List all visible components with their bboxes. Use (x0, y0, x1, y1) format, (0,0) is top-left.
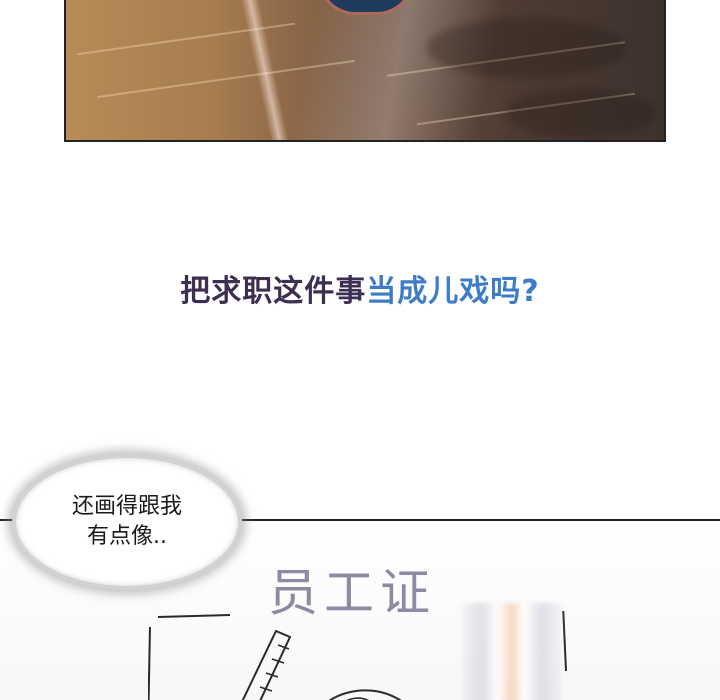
caption-part-dark: 把求职这件事 (180, 274, 367, 309)
comic-page: 把求职这件事当成儿戏吗? 员工证 还画得跟我 有点像.. (0, 0, 720, 700)
shadow-stain (426, 18, 626, 78)
sketch-line (562, 611, 567, 672)
top-comic-panel (64, 0, 666, 142)
speech-line-1: 还画得跟我 (71, 494, 182, 519)
shadow-stain (506, 88, 656, 138)
sketch-line (148, 626, 151, 700)
cup-rim (321, 0, 411, 12)
narration-caption: 把求职这件事当成儿戏吗? (0, 272, 720, 312)
sketch-hair-strand (241, 629, 292, 700)
caption-part-blue: 当成儿戏吗? (366, 274, 540, 309)
sketch-head (328, 689, 402, 700)
sketch-line (157, 614, 231, 618)
wood-grain (97, 59, 355, 99)
speech-line-2: 有点像.. (87, 524, 167, 549)
speech-bubble-text: 还画得跟我 有点像.. (16, 492, 238, 552)
photo-glare (462, 603, 562, 700)
speech-bubble: 还画得跟我 有点像.. (16, 458, 238, 586)
